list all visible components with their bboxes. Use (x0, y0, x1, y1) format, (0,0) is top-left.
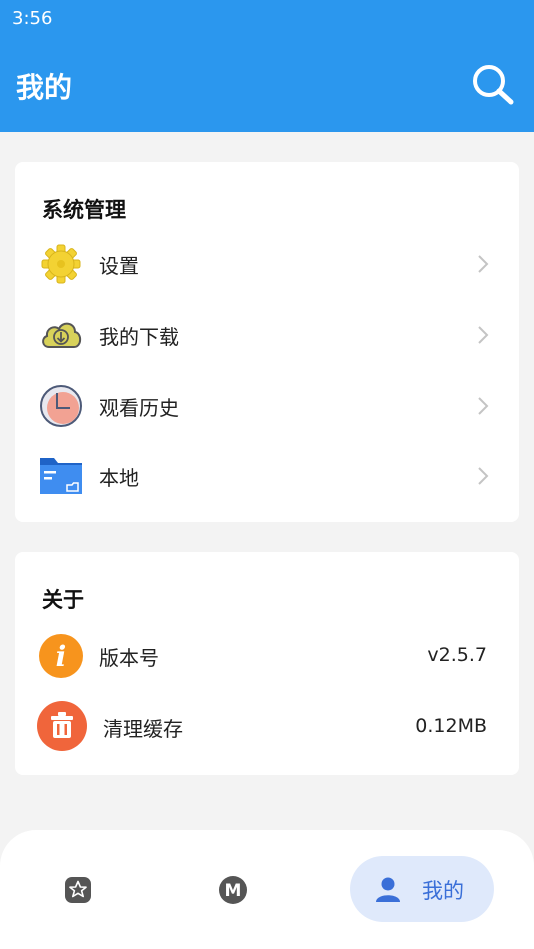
about-card: 关于 i 版本号 v2.5.7 清理缓存 0.12MB (15, 552, 519, 775)
clock-icon (40, 385, 82, 427)
gear-icon (41, 244, 81, 284)
local-label: 本地 (99, 466, 139, 490)
app-header: 3:56 我的 (0, 0, 534, 132)
cloud-download-icon (42, 322, 82, 348)
nav-mine-label: 我的 (422, 879, 464, 903)
person-icon (376, 877, 400, 902)
version-row[interactable]: i 版本号 v2.5.7 (15, 624, 519, 688)
star-icon (65, 877, 91, 903)
folder-icon (40, 458, 82, 494)
search-icon (473, 65, 514, 105)
status-time: 3:56 (12, 8, 53, 29)
info-icon: i (39, 634, 83, 678)
svg-text:M: M (225, 881, 242, 901)
nav-m[interactable]: M (218, 875, 248, 905)
chevron-right-icon (478, 255, 489, 273)
downloads-row[interactable]: 我的下载 (15, 303, 519, 367)
system-section-title: 系统管理 (42, 198, 126, 222)
version-value: v2.5.7 (427, 644, 487, 666)
clear-cache-label: 清理缓存 (103, 717, 183, 741)
search-button[interactable] (470, 62, 516, 108)
downloads-label: 我的下载 (99, 325, 179, 349)
trash-icon (37, 701, 87, 751)
about-section-title: 关于 (42, 588, 84, 612)
settings-row[interactable]: 设置 (15, 232, 519, 296)
svg-text:i: i (56, 640, 67, 673)
settings-label: 设置 (99, 254, 139, 278)
chevron-right-icon (478, 326, 489, 344)
local-row[interactable]: 本地 (15, 444, 519, 508)
history-label: 观看历史 (99, 396, 179, 420)
cache-size-value: 0.12MB (415, 715, 487, 737)
nav-mine[interactable]: 我的 (350, 856, 494, 922)
chevron-right-icon (478, 397, 489, 415)
page-title: 我的 (16, 71, 73, 104)
chevron-right-icon (478, 467, 489, 485)
bottom-nav: M 我的 (0, 830, 534, 949)
history-row[interactable]: 观看历史 (15, 374, 519, 438)
version-label: 版本号 (99, 646, 159, 670)
nav-favorites[interactable] (64, 876, 92, 904)
m-logo-icon: M (219, 876, 247, 904)
clear-cache-row[interactable]: 清理缓存 0.12MB (15, 695, 519, 759)
system-card: 系统管理 设置 我的下载 观看历史 本地 (15, 162, 519, 522)
